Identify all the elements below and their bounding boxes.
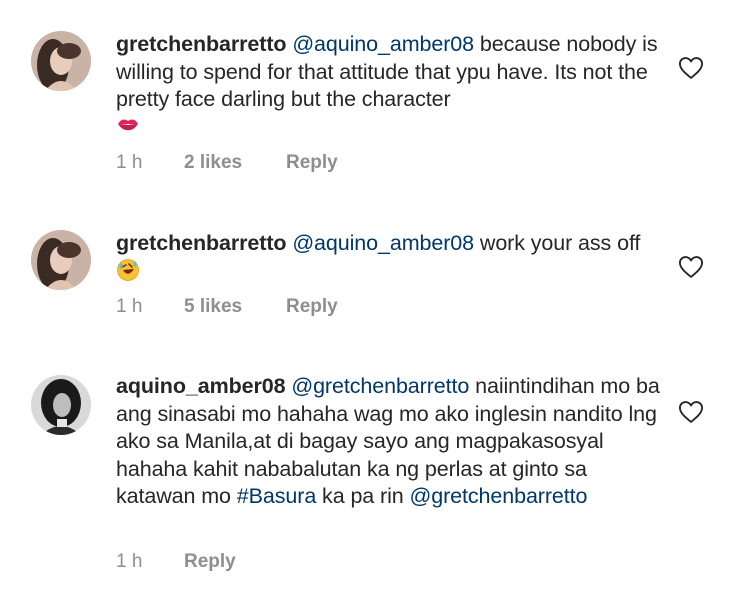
comment-time: 1 h: [116, 152, 143, 173]
comment-time: 1 h: [116, 551, 143, 572]
comment-text: gretchenbarretto @aquino_amber08 because…: [116, 31, 661, 142]
comment-username[interactable]: gretchenbarretto: [116, 32, 287, 56]
comment-text: gretchenbarretto @aquino_amber08 work yo…: [116, 230, 661, 289]
heart-icon[interactable]: [677, 253, 705, 281]
comment-likes[interactable]: 5 likes: [184, 296, 286, 318]
kiss-mark-icon: [116, 114, 140, 142]
reply-button[interactable]: Reply: [184, 551, 236, 573]
comment-body-end: ka pa rin: [316, 484, 404, 508]
comment-time: 1 h: [116, 296, 143, 317]
comment-username[interactable]: gretchenbarretto: [116, 231, 287, 255]
comment-mention[interactable]: @gretchenbarretto: [291, 374, 469, 398]
comment-text: aquino_amber08 @gretchenbarretto naiinti…: [116, 373, 661, 511]
reply-button[interactable]: Reply: [286, 296, 338, 318]
comment-mention[interactable]: @aquino_amber08: [292, 32, 474, 56]
avatar[interactable]: [31, 375, 91, 435]
comment-mention[interactable]: @aquino_amber08: [292, 231, 474, 255]
comment-meta: 1 h 5 likes Reply: [116, 296, 338, 318]
reply-button[interactable]: Reply: [286, 152, 338, 174]
avatar[interactable]: [31, 31, 91, 91]
avatar[interactable]: [31, 230, 91, 290]
comment-meta: 1 h Reply: [116, 551, 236, 573]
heart-icon[interactable]: [677, 398, 705, 426]
comment-mention-end[interactable]: @gretchenbarretto: [410, 484, 588, 508]
comment-hashtag[interactable]: #Basura: [237, 484, 316, 508]
heart-icon[interactable]: [677, 54, 705, 82]
comment-username[interactable]: aquino_amber08: [116, 374, 286, 398]
rolling-on-floor-laughing-icon: [116, 258, 140, 290]
comment-meta: 1 h 2 likes Reply: [116, 152, 338, 174]
comment-likes[interactable]: 2 likes: [184, 152, 286, 174]
comment-body: work your ass off: [474, 231, 641, 255]
